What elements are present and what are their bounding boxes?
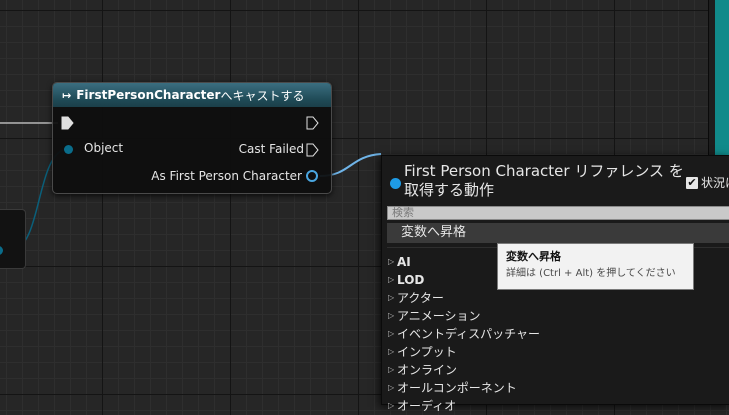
expand-triangle-icon[interactable]: ▷ [388,289,397,307]
expand-triangle-icon[interactable]: ▷ [388,343,397,361]
category-item-audio[interactable]: ▷ オーディオ [388,397,540,415]
category-label: アクター [397,291,444,305]
cast-arrow-icon: ↦ [62,88,72,102]
as-first-person-character-pin[interactable] [306,170,318,182]
category-item-actor[interactable]: ▷ アクター [388,289,540,307]
category-item-input[interactable]: ▷ インプット [388,343,540,361]
tooltip-title: 変数へ昇格 [506,250,561,263]
partial-node[interactable] [0,209,26,269]
category-item-online[interactable]: ▷ オンライン [388,361,540,379]
selected-action-item[interactable]: 変数へ昇格 [387,223,729,243]
expand-triangle-icon[interactable]: ▷ [388,253,397,271]
cast-node[interactable]: ↦ FirstPersonCharacter へキャストする Object Ca… [52,82,332,194]
search-input[interactable] [387,206,729,220]
category-item-all-components[interactable]: ▷ オールコンポーネント [388,379,540,397]
category-label: オンライン [397,363,458,377]
exec-in-pin-icon[interactable] [61,116,74,130]
category-label: LOD [397,273,425,287]
expand-triangle-icon[interactable]: ▷ [388,325,397,343]
category-label: インプット [397,345,457,359]
as-first-person-character-label: As First Person Character [151,169,302,183]
exec-out-pin-icon[interactable] [306,116,319,130]
object-pin[interactable] [64,145,73,154]
expand-triangle-icon[interactable]: ▷ [388,379,397,397]
partial-node-output-pin[interactable] [0,246,3,255]
reference-pin-icon [390,178,401,189]
category-label: アニメーション [397,309,481,323]
category-label: イベントディスパッチャー [397,327,541,341]
checkbox-checked-icon[interactable]: ✔ [686,176,698,189]
context-sensitive-label: 状況に [701,176,729,190]
tooltip-body: 詳細は (Ctrl + Alt) を押してください [506,268,676,279]
expand-triangle-icon[interactable]: ▷ [388,307,397,325]
cast-node-header[interactable]: ↦ FirstPersonCharacter へキャストする [53,83,331,107]
category-item-animation[interactable]: ▷ アニメーション [388,307,540,325]
category-item-event-dispatcher[interactable]: ▷ イベントディスパッチャー [388,325,540,343]
expand-triangle-icon[interactable]: ▷ [388,361,397,379]
category-label: AI [397,255,411,269]
cast-node-title-suffix: へキャストする [220,88,305,103]
tooltip: 変数へ昇格 詳細は (Ctrl + Alt) を押してください [497,243,694,290]
context-sensitive-toggle[interactable]: ✔ 状況に [686,174,729,191]
expand-triangle-icon[interactable]: ▷ [388,397,397,415]
cast-failed-label: Cast Failed [238,142,304,156]
cast-node-title: FirstPersonCharacter [76,88,221,102]
cast-failed-pin-icon[interactable] [306,143,319,157]
category-label: オーディオ [397,399,457,413]
category-label: オールコンポーネント [397,381,517,395]
expand-triangle-icon[interactable]: ▷ [388,271,397,289]
cast-node-body: Object Cast Failed As First Person Chara… [53,107,331,193]
action-menu-title: First Person Character リファレンス を取得する動作 [404,162,684,199]
object-pin-label: Object [84,141,124,155]
